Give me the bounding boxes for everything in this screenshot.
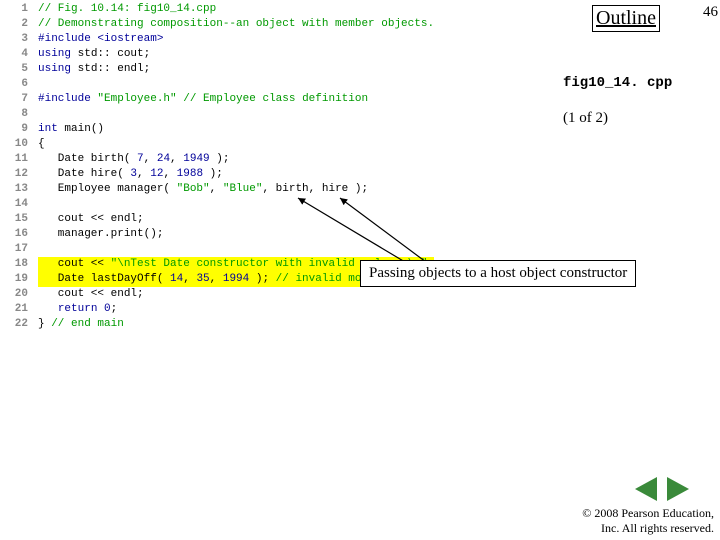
outline-box: Outline: [592, 5, 660, 32]
code-content: Date hire( 3, 12, 1988 );: [38, 167, 223, 182]
line-number: 14: [10, 197, 38, 212]
code-content: int main(): [38, 122, 104, 137]
line-number: 10: [10, 137, 38, 152]
line-number: 13: [10, 182, 38, 197]
code-content: Employee manager( "Bob", "Blue", birth, …: [38, 182, 368, 197]
code-content: } // end main: [38, 317, 124, 332]
code-line: 15 cout << endl;: [10, 212, 570, 227]
code-content: // Fig. 10.14: fig10_14.cpp: [38, 2, 216, 17]
code-content: #include <iostream>: [38, 32, 163, 47]
line-number: 17: [10, 242, 38, 257]
line-number: 8: [10, 107, 38, 122]
code-content: // Demonstrating composition--an object …: [38, 17, 434, 32]
code-content: [38, 77, 45, 92]
code-content: [38, 107, 45, 122]
line-number: 9: [10, 122, 38, 137]
line-number: 2: [10, 17, 38, 32]
code-line: 7#include "Employee.h" // Employee class…: [10, 92, 570, 107]
code-line: 22} // end main: [10, 317, 570, 332]
nav-controls: [632, 477, 692, 506]
code-line: 5using std:: endl;: [10, 62, 570, 77]
code-content: #include "Employee.h" // Employee class …: [38, 92, 368, 107]
line-number: 6: [10, 77, 38, 92]
slide: 1// Fig. 10.14: fig10_14.cpp2// Demonstr…: [0, 0, 720, 540]
line-number: 15: [10, 212, 38, 227]
code-line: 11 Date birth( 7, 24, 1949 );: [10, 152, 570, 167]
code-line: 1// Fig. 10.14: fig10_14.cpp: [10, 2, 570, 17]
code-content: [38, 242, 45, 257]
line-number: 20: [10, 287, 38, 302]
code-line: 14: [10, 197, 570, 212]
line-number: 22: [10, 317, 38, 332]
code-line: 12 Date hire( 3, 12, 1988 );: [10, 167, 570, 182]
line-number: 21: [10, 302, 38, 317]
callout-box: Passing objects to a host object constru…: [360, 260, 636, 287]
code-line: 8: [10, 107, 570, 122]
code-line: 17: [10, 242, 570, 257]
line-number: 1: [10, 2, 38, 17]
code-line: 16 manager.print();: [10, 227, 570, 242]
line-number: 4: [10, 47, 38, 62]
line-number: 18: [10, 257, 38, 272]
code-line: 21 return 0;: [10, 302, 570, 317]
line-number: 19: [10, 272, 38, 287]
prev-button[interactable]: [635, 477, 657, 501]
source-filename: fig10_14. cpp: [563, 75, 672, 91]
code-content: {: [38, 137, 45, 152]
line-number: 3: [10, 32, 38, 47]
next-button[interactable]: [667, 477, 689, 501]
code-line: 9int main(): [10, 122, 570, 137]
line-number: 16: [10, 227, 38, 242]
code-line: 2// Demonstrating composition--an object…: [10, 17, 570, 32]
code-line: 6: [10, 77, 570, 92]
line-number: 12: [10, 167, 38, 182]
line-number: 7: [10, 92, 38, 107]
code-content: using std:: endl;: [38, 62, 150, 77]
code-content: using std:: cout;: [38, 47, 150, 62]
page-of-count: (1 of 2): [563, 110, 608, 127]
code-content: manager.print();: [38, 227, 163, 242]
copyright-text: © 2008 Pearson Education,Inc. All rights…: [582, 506, 714, 536]
code-content: cout << endl;: [38, 287, 144, 302]
code-line: 20 cout << endl;: [10, 287, 570, 302]
line-number: 5: [10, 62, 38, 77]
line-number: 11: [10, 152, 38, 167]
code-line: 3#include <iostream>: [10, 32, 570, 47]
code-line: 13 Employee manager( "Bob", "Blue", birt…: [10, 182, 570, 197]
code-content: return 0;: [38, 302, 117, 317]
code-content: [38, 197, 45, 212]
code-content: Date birth( 7, 24, 1949 );: [38, 152, 229, 167]
code-line: 4using std:: cout;: [10, 47, 570, 62]
code-line: 10{: [10, 137, 570, 152]
page-number: 46: [703, 4, 718, 21]
code-content: cout << endl;: [38, 212, 144, 227]
